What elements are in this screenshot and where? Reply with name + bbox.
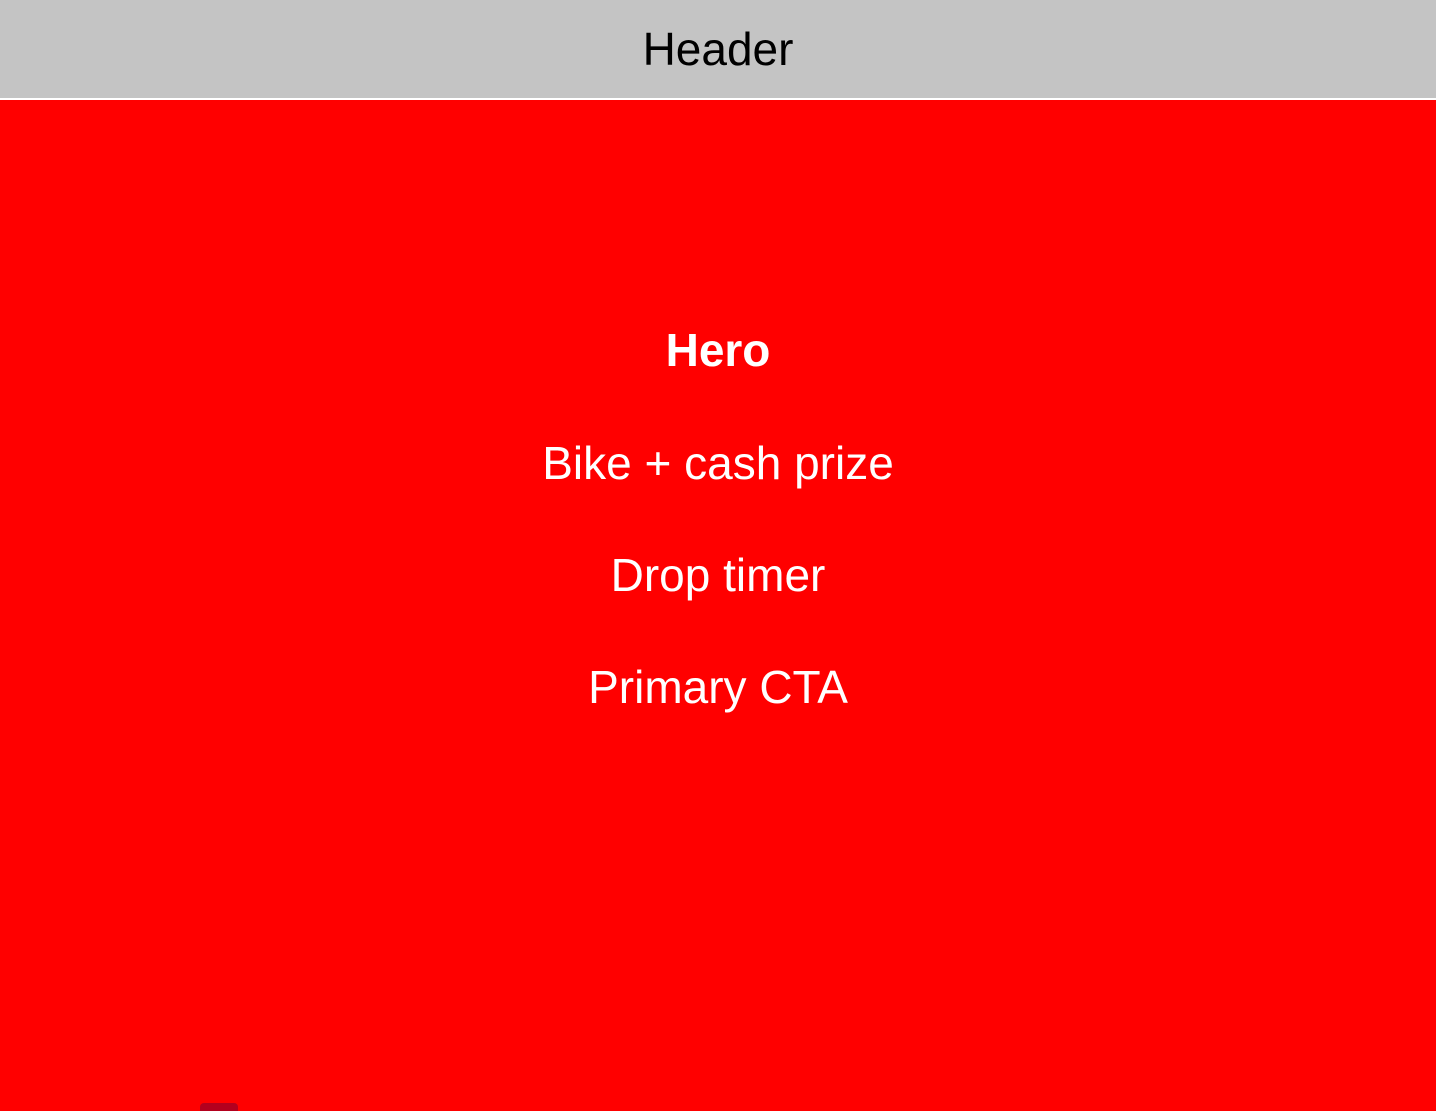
- scroll-handle[interactable]: [200, 1103, 238, 1111]
- header-bar: Header: [0, 0, 1436, 100]
- hero-drop-timer: Drop timer: [610, 549, 826, 601]
- primary-cta-button[interactable]: Primary CTA: [0, 664, 1436, 710]
- hero-section: Hero Bike + cash prize Drop timer Primar…: [0, 102, 1436, 1111]
- hero-title: Hero: [665, 324, 771, 376]
- hero-prize-text: Bike + cash prize: [542, 437, 894, 489]
- header-title: Header: [642, 23, 794, 75]
- page: Header Hero Bike + cash prize Drop timer…: [0, 0, 1436, 1111]
